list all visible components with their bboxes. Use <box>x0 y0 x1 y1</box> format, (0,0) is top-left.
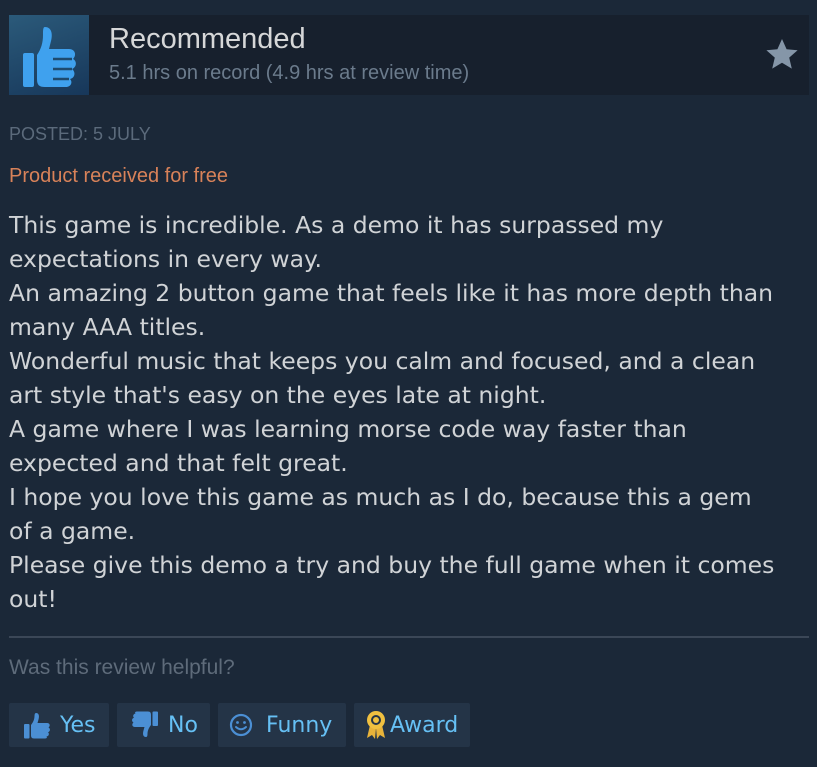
received-free-note: Product received for free <box>9 165 228 187</box>
review-header: Recommended 5.1 hrs on record (4.9 hrs a… <box>9 15 809 95</box>
review-text: This game is incredible. As a demo it ha… <box>9 208 809 616</box>
review-verdict: Recommended <box>109 23 306 55</box>
review-text-line: Please give this demo a try and buy the … <box>9 551 775 579</box>
review-text-line: Wonderful music that keeps you calm and … <box>9 347 756 375</box>
helpful-prompt: Was this review helpful? <box>9 656 235 679</box>
review-text-line: many AAA titles. <box>9 313 206 341</box>
review-text-line: expected and that felt great. <box>9 449 348 477</box>
funny-label: Funny <box>266 712 333 738</box>
thumbs-up-icon <box>23 27 76 87</box>
yes-label: Yes <box>60 712 96 738</box>
award-button[interactable]: Award <box>354 703 470 747</box>
yes-button[interactable]: Yes <box>9 703 109 747</box>
smiley-icon <box>229 713 253 737</box>
award-ribbon-icon <box>364 710 388 740</box>
thumbs-up-icon <box>22 711 52 739</box>
review-text-line: of a game. <box>9 517 136 545</box>
review-card: Recommended 5.1 hrs on record (4.9 hrs a… <box>0 0 817 767</box>
award-label: Award <box>390 712 459 738</box>
star-icon[interactable] <box>765 37 799 75</box>
review-text-line: This game is incredible. As a demo it ha… <box>9 211 664 239</box>
no-label: No <box>168 712 198 738</box>
playtime-hours: 5.1 hrs on record (4.9 hrs at review tim… <box>109 62 470 84</box>
review-text-line: expectations in every way. <box>9 245 322 273</box>
thumbs-down-icon <box>130 711 160 739</box>
review-text-line: out! <box>9 585 57 613</box>
recommended-badge <box>9 15 89 95</box>
divider <box>9 636 809 638</box>
review-text-line: art style that's easy on the eyes late a… <box>9 381 547 409</box>
review-text-line: A game where I was learning morse code w… <box>9 415 687 443</box>
review-text-line: An amazing 2 button game that feels like… <box>9 279 774 307</box>
no-button[interactable]: No <box>117 703 210 747</box>
funny-button[interactable]: Funny <box>218 703 346 747</box>
review-text-line: I hope you love this game as much as I d… <box>9 483 752 511</box>
posted-date: POSTED: 5 JULY <box>9 124 151 144</box>
